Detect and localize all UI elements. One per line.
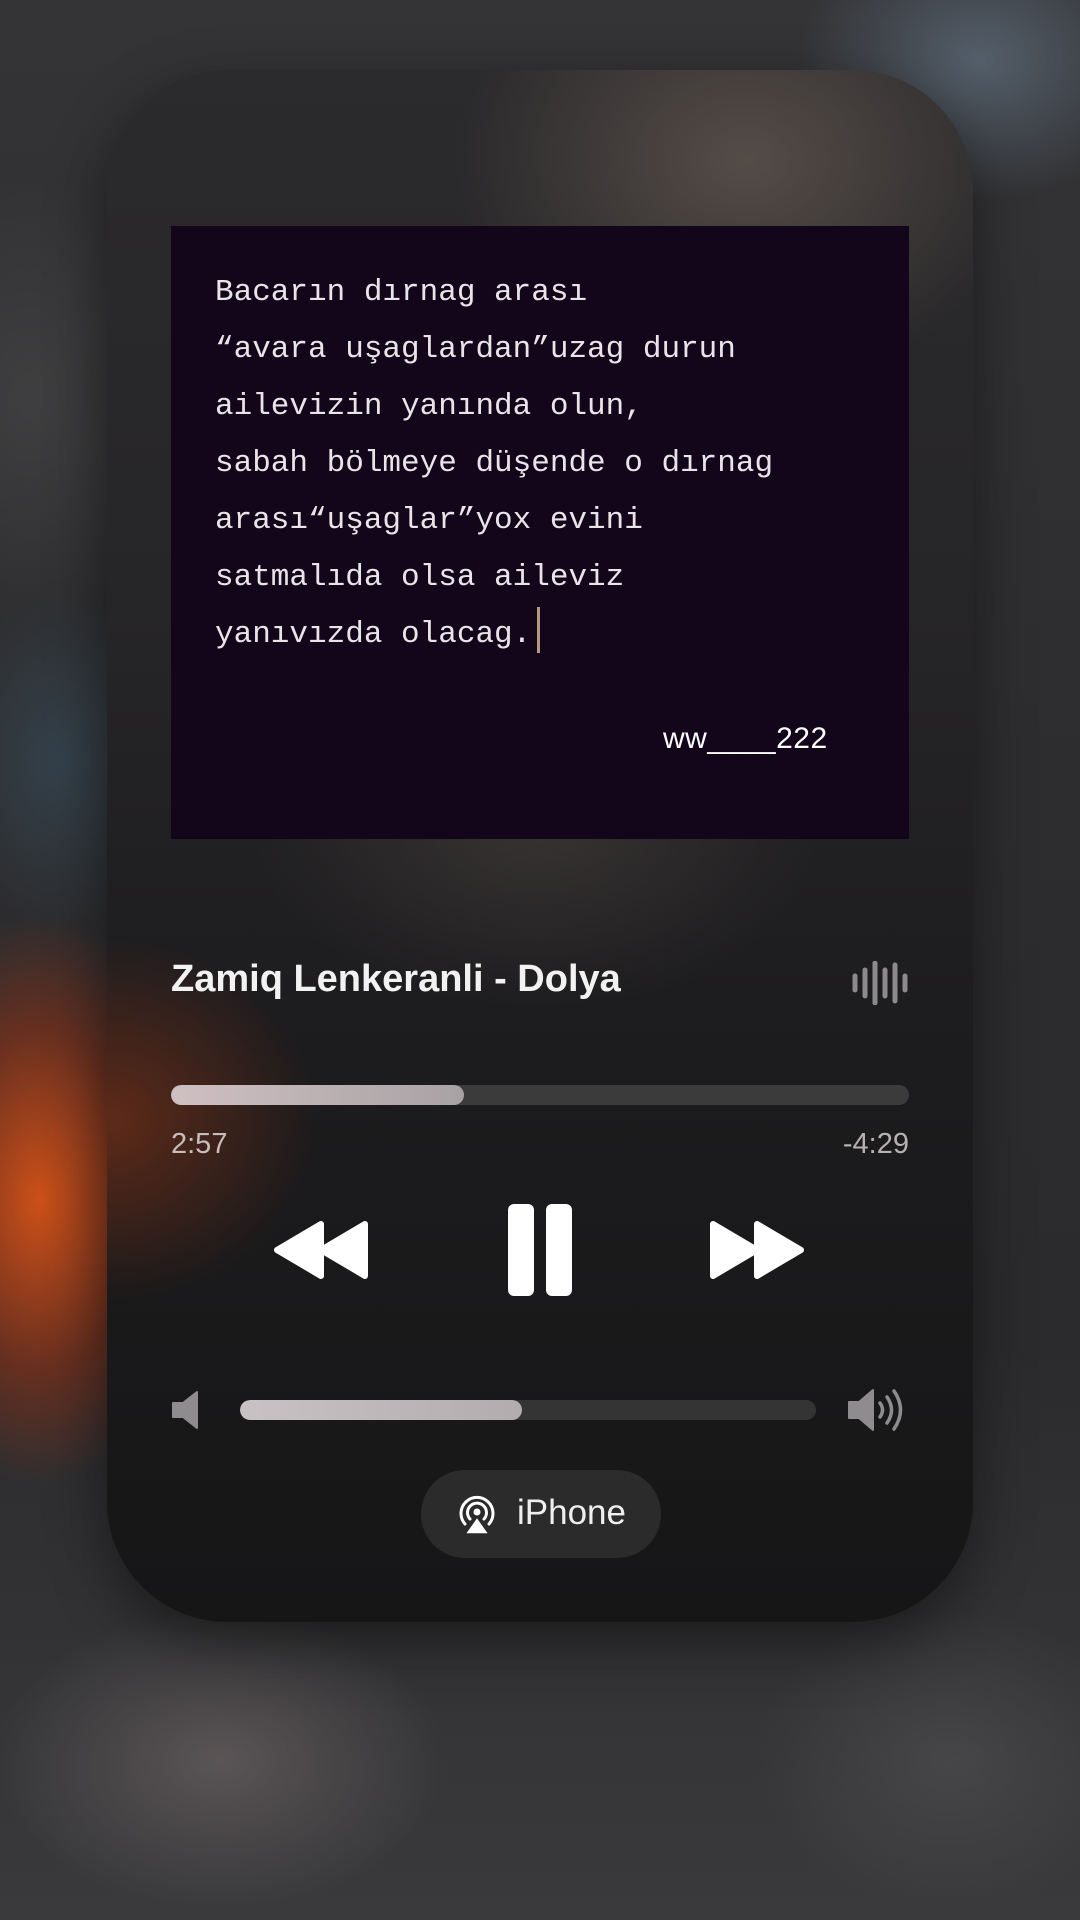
artwork-line-1: Bacarın dırnag arası: [215, 275, 588, 310]
artwork-line-7: yanıvızda olacag.: [215, 617, 532, 652]
artwork-signature: ww____222: [663, 722, 828, 755]
artwork-line-6: satmalıda olsa aileviz: [215, 560, 625, 595]
artwork-line-4: sabah bölmeye düşende o dırnag: [215, 446, 774, 481]
fast-forward-button[interactable]: [707, 1210, 807, 1290]
speaker-low-icon: [172, 1391, 198, 1429]
volume-fill: [240, 1400, 523, 1420]
elapsed-time: 2:57: [171, 1128, 228, 1160]
volume-slider[interactable]: [240, 1400, 816, 1420]
pause-icon: [508, 1204, 572, 1296]
fast-forward-icon: [710, 1221, 804, 1279]
remaining-time: -4:29: [842, 1128, 909, 1160]
artwork-line-3: ailevizin yanında olun,: [215, 389, 643, 424]
album-artwork: Bacarın dırnag arası “avara uşaglardan”u…: [171, 226, 909, 839]
artwork-quote-text: Bacarın dırnag arası “avara uşaglardan”u…: [215, 264, 895, 663]
now-playing-card: Bacarın dırnag arası “avara uşaglardan”u…: [107, 70, 973, 1622]
speaker-high-icon: [848, 1389, 903, 1431]
text-cursor: [537, 607, 541, 653]
artwork-line-2: “avara uşaglardan”uzag durun: [215, 332, 736, 367]
playback-scrubber[interactable]: [171, 1085, 909, 1105]
waveform-icon[interactable]: [851, 961, 911, 1005]
rewind-icon: [274, 1221, 368, 1279]
rewind-button[interactable]: [271, 1210, 371, 1290]
pause-button[interactable]: [502, 1200, 578, 1300]
audio-output-button[interactable]: iPhone: [421, 1470, 661, 1558]
airplay-icon: [459, 1495, 495, 1535]
playback-progress-fill: [171, 1085, 464, 1105]
artwork-line-5: arası“uşaglar”yox evini: [215, 503, 643, 538]
output-device-label: iPhone: [517, 1493, 626, 1532]
track-title[interactable]: Zamiq Lenkeranli - Dolya: [171, 958, 621, 1001]
